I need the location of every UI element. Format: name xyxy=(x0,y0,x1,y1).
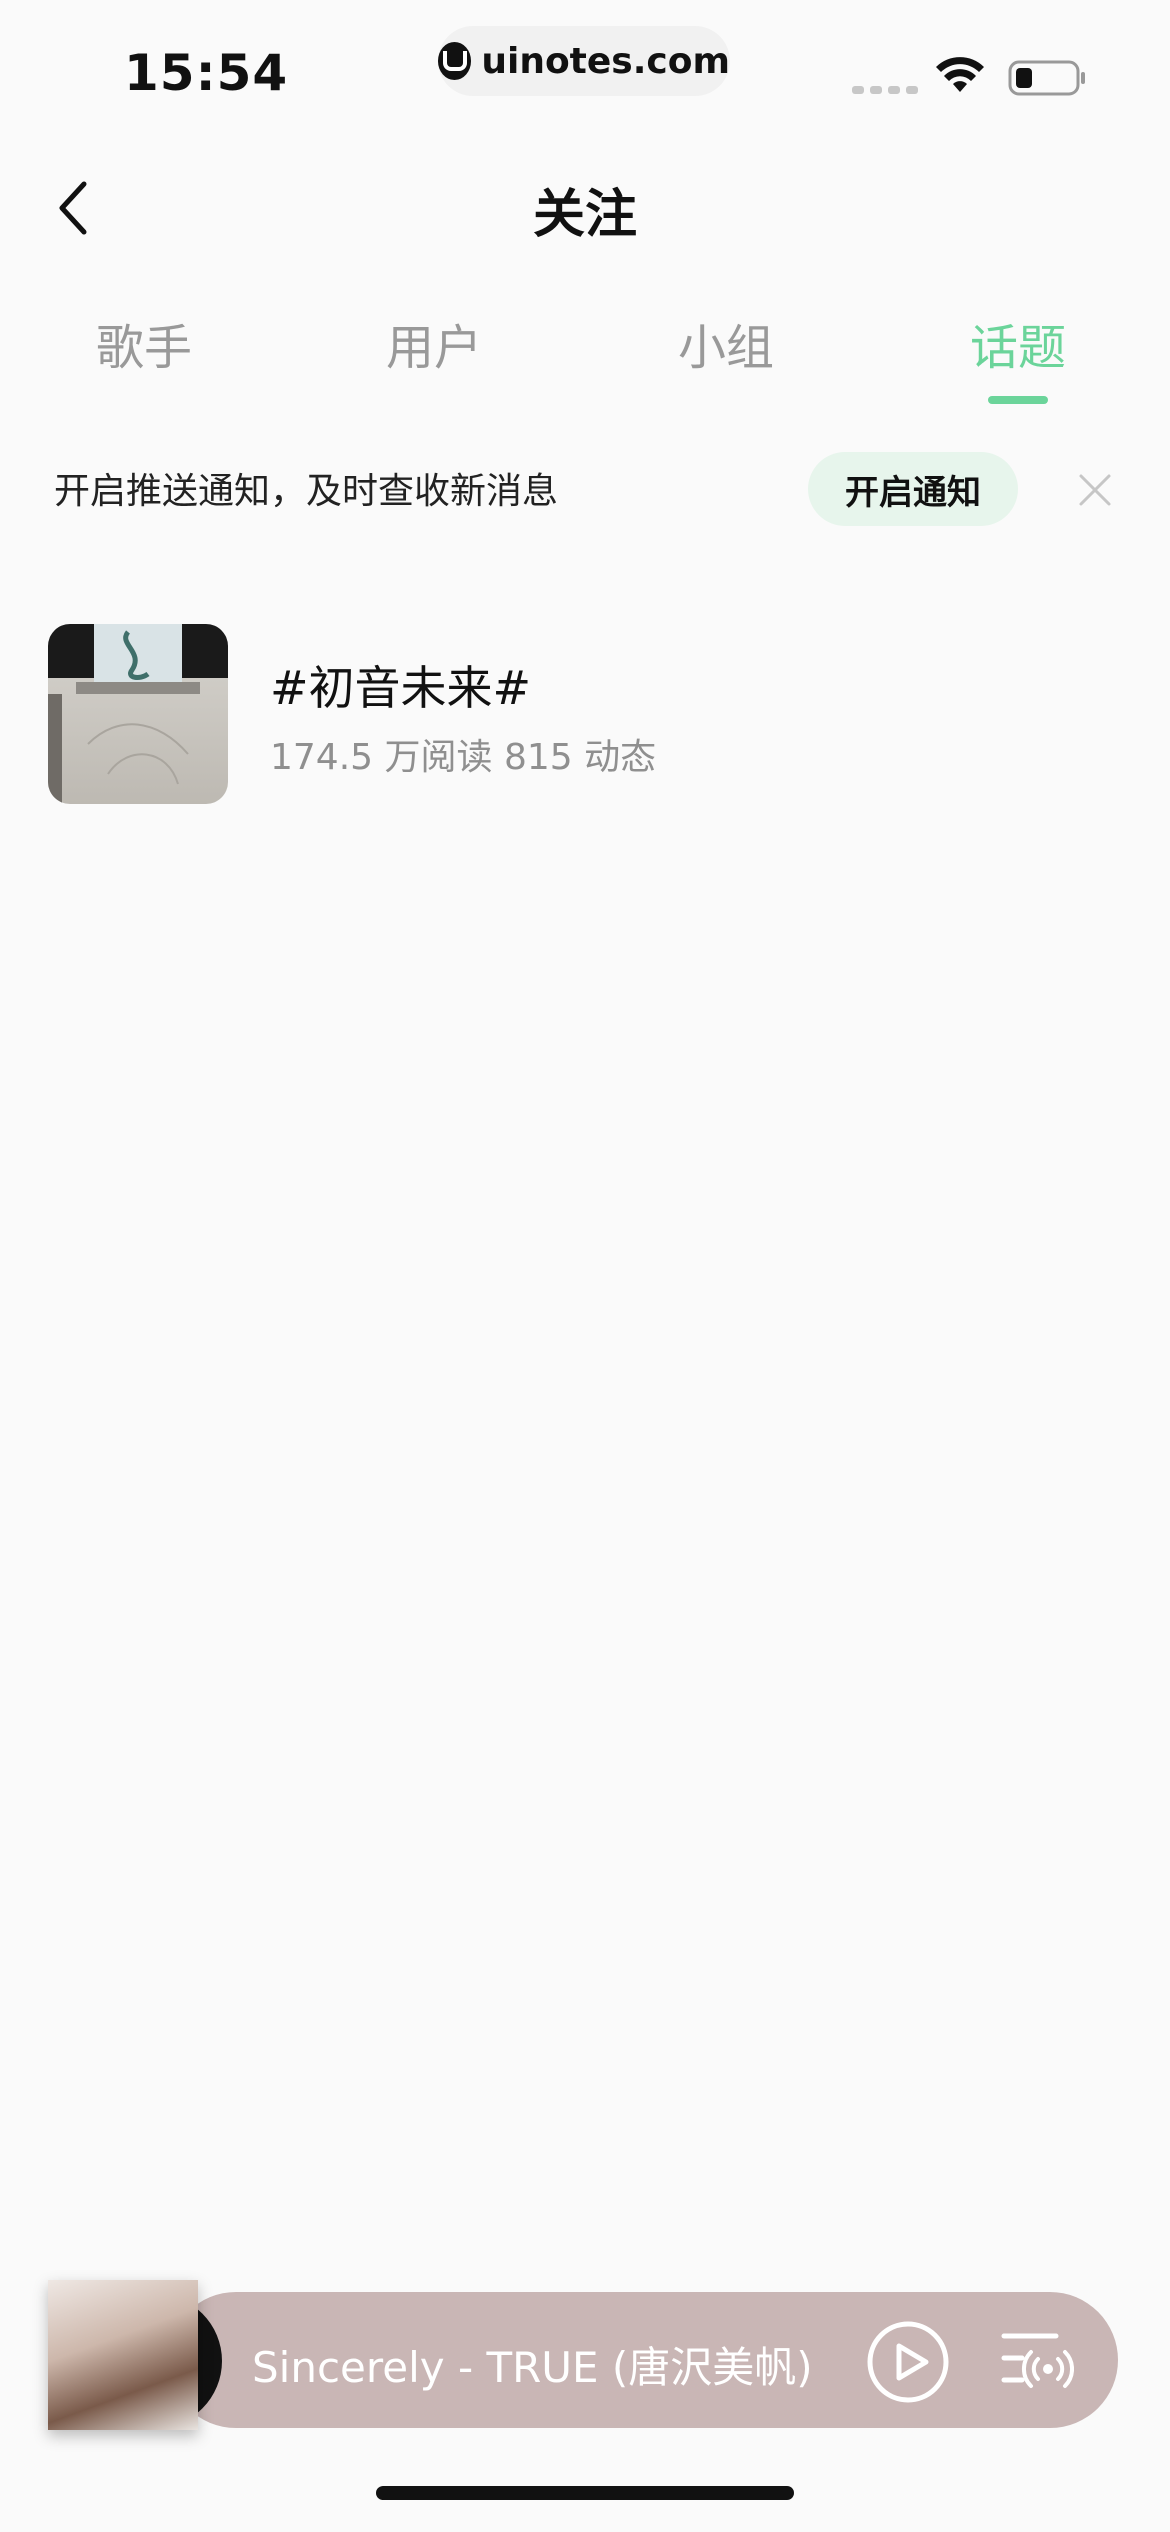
status-time: 15:54 xyxy=(124,44,289,102)
topic-title: #初音未来# xyxy=(270,661,532,715)
tab-users[interactable]: 用户 xyxy=(334,308,534,378)
tab-topics-label: 话题 xyxy=(969,320,1066,376)
enable-notifications-button[interactable]: 开启通知 xyxy=(808,452,1018,526)
url-pill[interactable]: uinotes.com xyxy=(438,26,730,96)
notification-prompt: 开启推送通知，及时查收新消息 xyxy=(54,471,559,512)
topic-thumbnail xyxy=(48,624,228,804)
tab-bar: 歌手 用户 小组 话题 xyxy=(0,308,1170,408)
home-indicator[interactable] xyxy=(376,2486,794,2500)
site-logo-icon xyxy=(438,42,472,80)
close-icon[interactable] xyxy=(1075,470,1115,510)
mini-player[interactable]: Sincerely - TRUE (唐沢美帆) xyxy=(48,2280,1120,2430)
play-icon[interactable] xyxy=(866,2320,950,2404)
battery-icon xyxy=(1008,60,1085,96)
now-playing-title: Sincerely - TRUE (唐沢美帆) xyxy=(252,2343,813,2392)
tab-groups[interactable]: 小组 xyxy=(626,308,826,378)
topic-stats: 174.5 万阅读 815 动态 xyxy=(270,737,657,778)
topic-list-item[interactable]: #初音未来# 174.5 万阅读 815 动态 xyxy=(48,624,1128,804)
playlist-icon[interactable] xyxy=(1000,2326,1074,2396)
tab-singers[interactable]: 歌手 xyxy=(44,308,244,378)
wifi-icon xyxy=(936,57,984,92)
album-cover[interactable] xyxy=(48,2280,198,2430)
tab-topics[interactable]: 话题 xyxy=(918,308,1118,404)
page-title: 关注 xyxy=(532,185,637,245)
signal-icon xyxy=(852,86,918,94)
tab-active-indicator xyxy=(988,396,1048,404)
url-text: uinotes.com xyxy=(481,40,730,82)
